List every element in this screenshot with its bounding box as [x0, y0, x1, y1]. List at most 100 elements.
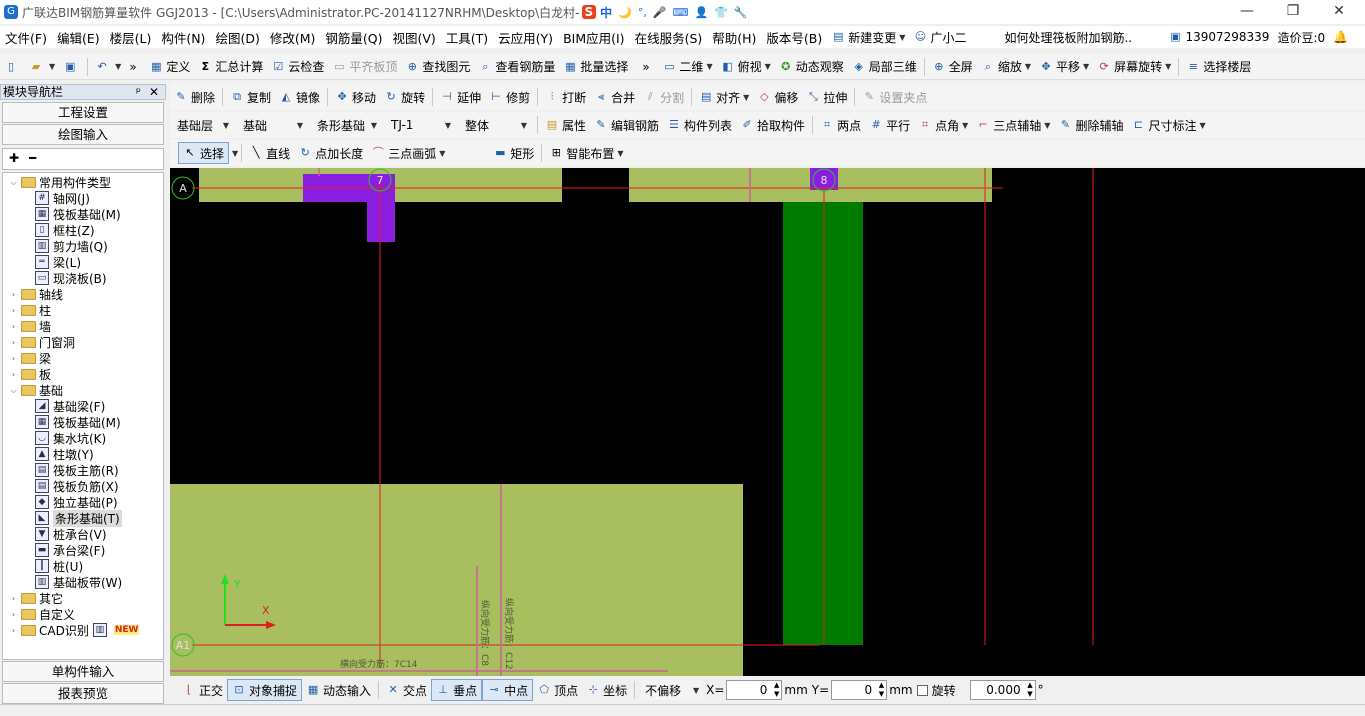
overflow-icon-2[interactable]: »	[638, 56, 658, 78]
tree-item[interactable]: # 轴网(J)	[35, 190, 90, 206]
delete-button[interactable]: ✎ 删除	[170, 86, 219, 108]
tab-single-component-input[interactable]: 单构件输入	[2, 661, 164, 682]
tree-item[interactable]: ▼ 桩承台(V)	[35, 526, 107, 542]
overflow-icon[interactable]: »	[125, 56, 145, 78]
tree-folder[interactable]: › 板	[9, 366, 51, 382]
dimension-dropdown[interactable]: ⊏ 尺寸标注 ▼	[1127, 114, 1209, 136]
rectangle-button[interactable]: ▬ 矩形	[489, 142, 538, 164]
menu-view[interactable]: 视图(V)	[387, 28, 440, 47]
expand-arrow-icon[interactable]: ›	[9, 626, 18, 635]
tree-folder[interactable]: › 墙	[9, 318, 51, 334]
mic-icon[interactable]: 🎤	[653, 6, 667, 19]
type-select[interactable]: 条形基础 ▼	[313, 115, 381, 135]
offset-select[interactable]: 不偏移 ▼	[641, 680, 704, 700]
close-icon[interactable]: ✕	[1316, 0, 1362, 24]
new-file-icon[interactable]: ▯	[0, 56, 25, 78]
dynamic-observe-button[interactable]: ✪ 动态观察	[775, 56, 848, 78]
delete-axis-button[interactable]: ✎ 删除辅轴	[1054, 114, 1127, 136]
midpoint-snap[interactable]: ⊸ 中点	[482, 679, 534, 701]
tree-item[interactable]: ▤ 筏板负筋(X)	[35, 478, 119, 494]
menu-edit[interactable]: 编辑(E)	[52, 28, 105, 47]
minimize-icon[interactable]: —	[1224, 0, 1270, 24]
two-point-button[interactable]: ⌗ 两点	[816, 114, 865, 136]
new-change-button[interactable]: ▤ 新建变更 ▼	[827, 26, 909, 48]
undo-icon[interactable]: ↶ ▼	[91, 56, 125, 78]
tree-item[interactable]: ◡ 集水坑(K)	[35, 430, 106, 446]
tree-folder[interactable]: › 其它	[9, 590, 63, 606]
set-grip-button[interactable]: ✎ 设置夹点	[858, 86, 931, 108]
view-rebar-qty-button[interactable]: ⌕ 查看钢筋量	[474, 56, 559, 78]
cad-drawing[interactable]: A A1 7 8 横向受力筋：7C14 纵向受力筋：C8 纵向受力筋：C12 Y…	[170, 168, 1365, 676]
save-icon[interactable]: ▣	[59, 56, 84, 78]
tree-item[interactable]: ▦ 筏板基础(M)	[35, 414, 121, 430]
tree-item[interactable]: ▬ 承台梁(F)	[35, 542, 105, 558]
split-button[interactable]: ⫽ 分割	[639, 86, 688, 108]
restore-icon[interactable]: ❐	[1270, 0, 1316, 24]
expand-arrow-icon[interactable]: ›	[9, 338, 18, 347]
menu-bim[interactable]: BIM应用(I)	[558, 28, 630, 47]
ortho-toggle[interactable]: ⌊ 正交	[178, 679, 227, 701]
tree-folder[interactable]: › 梁	[9, 350, 51, 366]
pan-dropdown[interactable]: ✥ 平移 ▼	[1035, 56, 1093, 78]
point-angle-dropdown[interactable]: ⌗ 点角 ▼	[914, 114, 972, 136]
user-icon[interactable]: 👤	[694, 6, 708, 19]
expand-arrow-icon[interactable]: ›	[9, 354, 18, 363]
tree-folder[interactable]: › CAD识别 ▥ NEW	[9, 622, 140, 638]
expand-arrow-icon[interactable]: ›	[9, 306, 18, 315]
mirror-button[interactable]: ◭ 镜像	[275, 86, 324, 108]
properties-button[interactable]: ▤ 属性	[541, 114, 590, 136]
offset-button[interactable]: ◇ 偏移	[753, 86, 802, 108]
point-length-button[interactable]: ↻ 点加长度	[294, 142, 367, 164]
tree-item[interactable]: ◆ 独立基础(P)	[35, 494, 118, 510]
punct-icon[interactable]: °,	[638, 6, 647, 19]
fullscreen-button[interactable]: ⊕ 全屏	[928, 56, 977, 78]
scope-select[interactable]: 整体 ▼	[461, 115, 531, 135]
component-list-button[interactable]: ☰ 构件列表	[663, 114, 736, 136]
perpendicular-snap[interactable]: ⊥ 垂点	[431, 679, 483, 701]
open-file-icon[interactable]: ▰ ▼	[25, 56, 59, 78]
expand-arrow-icon[interactable]: ›	[9, 610, 18, 619]
tree-item[interactable]: ▯ 框柱(Z)	[35, 222, 95, 238]
move-button[interactable]: ✥ 移动	[331, 86, 380, 108]
menu-cloud[interactable]: 云应用(Y)	[493, 28, 558, 47]
tree-item[interactable]: ◢ 基础梁(F)	[35, 398, 105, 414]
keyboard-icon[interactable]: ⌨	[673, 6, 689, 19]
dynamic-input-toggle[interactable]: ▦ 动态输入	[302, 679, 375, 701]
edit-rebar-button[interactable]: ✎ 编辑钢筋	[590, 114, 663, 136]
ime-chinese-mode[interactable]: 中	[600, 4, 612, 21]
cloud-check-button[interactable]: ☑ 云检查	[267, 56, 328, 78]
expand-all-icon[interactable]: ✚	[9, 151, 19, 165]
rotate-checkbox[interactable]	[916, 684, 928, 696]
line-button[interactable]: ╲ 直线	[245, 142, 294, 164]
sogou-icon[interactable]: S	[581, 5, 597, 19]
screen-rotate-dropdown[interactable]: ⟳ 屏幕旋转 ▼	[1093, 56, 1175, 78]
menu-modify[interactable]: 修改(M)	[265, 28, 321, 47]
category-select[interactable]: 基础 ▼	[239, 115, 307, 135]
menu-version[interactable]: 版本号(B)	[761, 28, 827, 47]
tree-item[interactable]: ▥ 剪力墙(Q)	[35, 238, 108, 254]
help-question-link[interactable]: 如何处理筏板附加钢筋..	[1000, 26, 1150, 48]
x-input[interactable]: 0 ▲ ▼	[726, 680, 783, 700]
tree-item[interactable]: ▥ 基础板带(W)	[35, 574, 122, 590]
tree-folder[interactable]: › 柱	[9, 302, 51, 318]
expand-arrow-icon[interactable]: ›	[9, 322, 18, 331]
tree-item[interactable]: ═ 梁(L)	[35, 254, 81, 270]
view-2d-dropdown[interactable]: ▭ 二维 ▼	[658, 56, 716, 78]
skin-icon[interactable]: 👕	[714, 6, 728, 19]
tab-project-settings[interactable]: 工程设置	[2, 102, 164, 123]
tree-item[interactable]: ┃ 桩(U)	[35, 558, 83, 574]
bell-icon[interactable]: 🔔	[1329, 26, 1352, 48]
vertex-snap[interactable]: ⬠ 顶点	[533, 679, 582, 701]
zoom-dropdown[interactable]: ⌕ 缩放 ▼	[977, 56, 1035, 78]
expand-arrow-icon[interactable]: ›	[9, 594, 18, 603]
tree-item[interactable]: ▤ 筏板主筋(R)	[35, 462, 119, 478]
menu-floor[interactable]: 楼层(L)	[105, 28, 157, 47]
foundation-beam[interactable]	[783, 202, 863, 645]
collapse-arrow-icon[interactable]: ⌵	[9, 386, 18, 395]
tree-folder[interactable]: ⌵ 基础	[9, 382, 63, 398]
menu-rebar[interactable]: 钢筋量(Q)	[320, 28, 387, 47]
top-view-dropdown[interactable]: ◧ 俯视 ▼	[717, 56, 775, 78]
trim-button[interactable]: ⊢ 修剪	[485, 86, 534, 108]
tree-folder[interactable]: › 轴线	[9, 286, 63, 302]
local-3d-button[interactable]: ◈ 局部三维	[848, 56, 921, 78]
